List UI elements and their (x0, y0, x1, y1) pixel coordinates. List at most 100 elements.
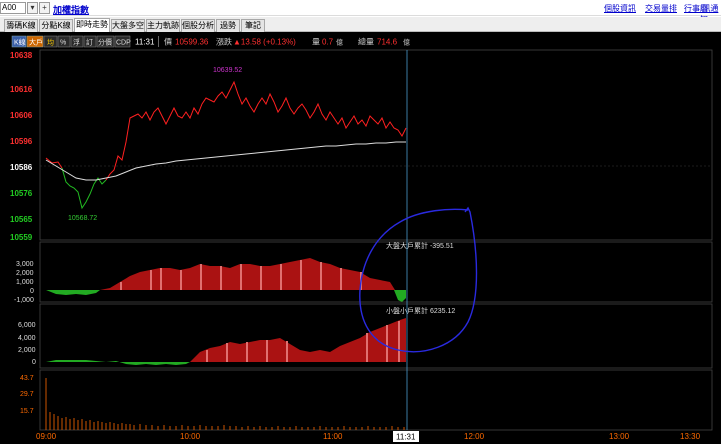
tab-bar: 籌碼K線 分點K線 即時走勢 大盤多空 主力軌跡 個股分析 過勢 筆記 (0, 17, 721, 32)
big-area-down (46, 290, 100, 295)
tab-branch-kline[interactable]: 分點K線 (39, 19, 73, 32)
btn-price-dist-label: 分價 (98, 38, 112, 47)
x-axis-label: 11:00 (323, 432, 343, 441)
tab-notes[interactable]: 筆記 (241, 19, 265, 32)
small-y-label: 6,000 (18, 322, 36, 329)
btn-kline-label: K線 (14, 38, 26, 47)
toolbar-divider (158, 36, 159, 47)
small-bar (386, 325, 388, 362)
link-volume-rank[interactable]: 交易量排 (645, 3, 677, 14)
average-line (45, 141, 406, 181)
btn-big-player-label: 大戶 (29, 38, 43, 47)
dropdown-icon[interactable]: ▾ (27, 2, 38, 14)
index-name[interactable]: 加權指數 (53, 3, 89, 16)
x-axis-label: 13:00 (609, 432, 630, 441)
big-y-label: 3,000 (16, 261, 34, 268)
small-bar (366, 333, 368, 362)
price-y-label: 10559 (10, 233, 33, 242)
big-bar (150, 270, 152, 290)
tab-market-longshort[interactable]: 大盤多空 (111, 19, 145, 32)
btn-cdp-label: CDP (116, 40, 131, 47)
add-icon[interactable]: + (39, 2, 50, 14)
price-label: 價 (164, 38, 172, 47)
big-bar (240, 264, 242, 290)
volume-y-label: 29.7 (20, 391, 34, 398)
price-y-label: 10606 (10, 111, 33, 120)
total-unit: 億 (403, 38, 410, 47)
volume-unit: 億 (336, 38, 343, 47)
small-y-label: 2,000 (18, 347, 36, 354)
small-panel-y-axis: 6,000 4,000 2,000 0 (18, 322, 36, 366)
small-y-label: 0 (32, 359, 36, 366)
tab-chips-kline[interactable]: 籌碼K線 (4, 19, 38, 32)
small-bar (286, 341, 288, 362)
big-bar (200, 264, 202, 290)
price-panel-frame (39, 49, 713, 241)
big-bar (220, 266, 222, 290)
toolbar-time: 11:31 (135, 38, 155, 47)
big-area-down-end (394, 290, 406, 302)
crosshair-time-label: 11:31 (396, 433, 416, 442)
big-area-up (100, 258, 395, 290)
big-bar (340, 268, 342, 290)
panel-frames (39, 49, 713, 431)
link-stock-info[interactable]: 個股資訊 (604, 3, 636, 14)
price-y-label: 10596 (10, 137, 33, 146)
small-area-up (190, 318, 406, 362)
price-line-up (45, 157, 63, 169)
high-price-label: 10639.52 (213, 67, 242, 74)
chart-toolbar: K線 大戶 均 % 浮 訂 分價 CDP 11:31 價 10599.36 漲跌… (11, 35, 410, 48)
top-toolbar: A00 ▾ + 加權指數 個股資訊 交易量排 行事曆 Ⅰ訊通知 (0, 0, 721, 24)
volume-value: 0.7 (322, 38, 334, 47)
intraday-chart[interactable]: K線 大戶 均 % 浮 訂 分價 CDP 11:31 價 10599.36 漲跌… (0, 32, 721, 444)
tab-realtime[interactable]: 即時走勢 (74, 18, 110, 32)
stock-code-input[interactable]: A00 (0, 2, 26, 14)
change-label: 漲跌 (216, 37, 232, 47)
big-y-label: -1,000 (14, 297, 34, 304)
x-axis-label: 12:00 (464, 432, 485, 441)
low-price-label: 10568.72 (68, 215, 97, 222)
small-bar (246, 342, 248, 362)
price-y-label: 10576 (10, 189, 33, 198)
small-bar (398, 321, 400, 362)
tab-main-force[interactable]: 主力軌跡 (146, 19, 180, 32)
x-axis-label: 13:30 (680, 432, 701, 441)
small-y-label: 4,000 (18, 335, 36, 342)
big-bar (180, 270, 182, 290)
x-axis: 09:00 10:00 11:00 12:00 13:00 13:30 (36, 432, 701, 441)
price-value: 10599.36 (175, 38, 209, 47)
price-y-label: 10586 (10, 163, 33, 172)
volume-bars (45, 378, 405, 430)
small-bar (206, 350, 208, 362)
big-bar (280, 264, 282, 290)
tab-stock-analysis[interactable]: 個股分析 (181, 19, 215, 32)
big-bar (300, 260, 302, 290)
small-bar (226, 343, 228, 362)
big-y-label: 2,000 (16, 270, 34, 277)
big-y-label: 0 (30, 288, 34, 295)
small-area-down (46, 360, 190, 365)
price-y-label: 10616 (10, 85, 33, 94)
btn-percent-label: % (60, 40, 66, 47)
total-label: 總量 (358, 37, 374, 47)
x-axis-label: 10:00 (180, 432, 201, 441)
volume-y-label: 15.7 (20, 408, 34, 415)
change-value: ▲13.58 (+0.13%) (233, 38, 296, 47)
big-bar (320, 262, 322, 290)
small-panel-annotation: 小盤小戶累計 6235.12 (386, 306, 455, 315)
volume-panel-frame (39, 369, 713, 431)
big-bar (160, 268, 162, 290)
volume-y-axis: 43.7 29.7 15.7 (20, 375, 34, 415)
btn-avg-label: 均 (47, 38, 54, 47)
small-bar (266, 340, 268, 362)
volume-y-label: 43.7 (20, 375, 34, 382)
big-bar (260, 266, 262, 290)
price-y-axis: 10638 10616 10606 10596 10586 10576 1056… (10, 51, 33, 242)
volume-label: 量 (312, 38, 320, 47)
btn-order-label: 訂 (86, 38, 93, 47)
price-y-label: 10638 (10, 51, 33, 60)
total-value: 714.6 (377, 38, 398, 47)
big-y-label: 1,000 (16, 279, 34, 286)
tab-trend[interactable]: 過勢 (216, 19, 240, 32)
x-axis-label: 09:00 (36, 432, 57, 441)
